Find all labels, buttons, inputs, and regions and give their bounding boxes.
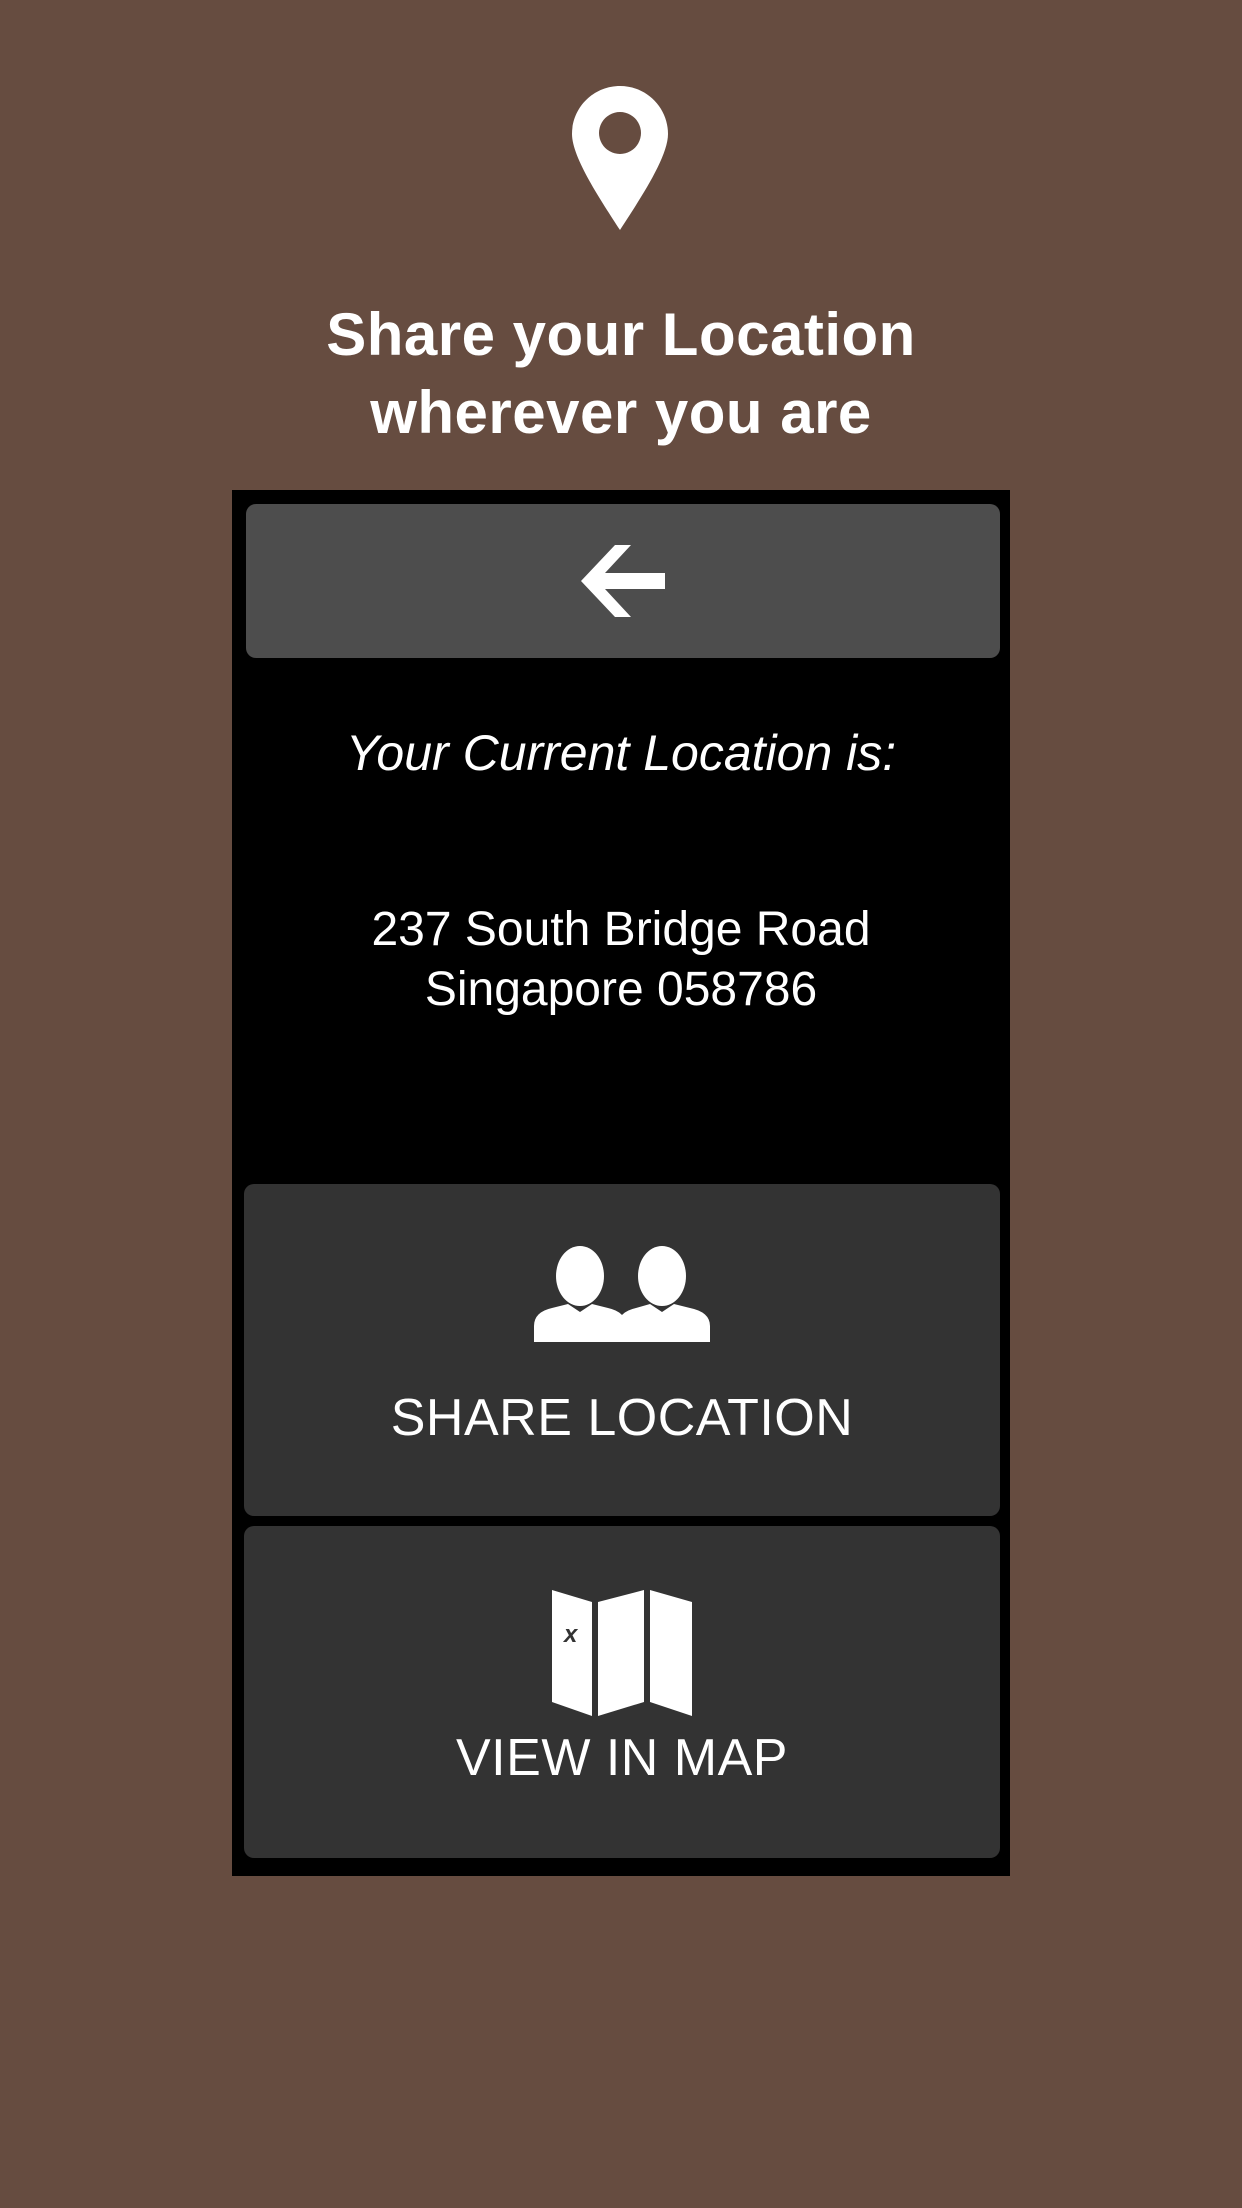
location-panel: Your Current Location is: 237 South Brid…	[232, 490, 1010, 1876]
arrow-left-icon	[581, 545, 665, 617]
map-marker-x: x	[562, 1621, 579, 1648]
current-address: 237 South Bridge Road Singapore 058786	[232, 900, 1010, 1020]
view-in-map-button[interactable]: x VIEW IN MAP	[244, 1526, 1000, 1858]
share-location-label: SHARE LOCATION	[390, 1389, 854, 1447]
map-pin-icon	[572, 86, 668, 230]
page-title-line-2: wherever you are	[370, 379, 872, 446]
share-location-button[interactable]: SHARE LOCATION	[244, 1184, 1000, 1516]
current-location-caption: Your Current Location is:	[345, 725, 897, 781]
page-title: Share your Location wherever you are	[0, 296, 1242, 452]
page-title-line-1: Share your Location	[326, 301, 916, 368]
people-icon	[534, 1246, 710, 1342]
address-line-1: 237 South Bridge Road	[371, 903, 871, 956]
address-line-2: Singapore 058786	[424, 963, 818, 1016]
back-button[interactable]	[246, 504, 1000, 658]
folded-map-icon: x	[552, 1590, 692, 1716]
view-in-map-label: VIEW IN MAP	[456, 1729, 788, 1787]
